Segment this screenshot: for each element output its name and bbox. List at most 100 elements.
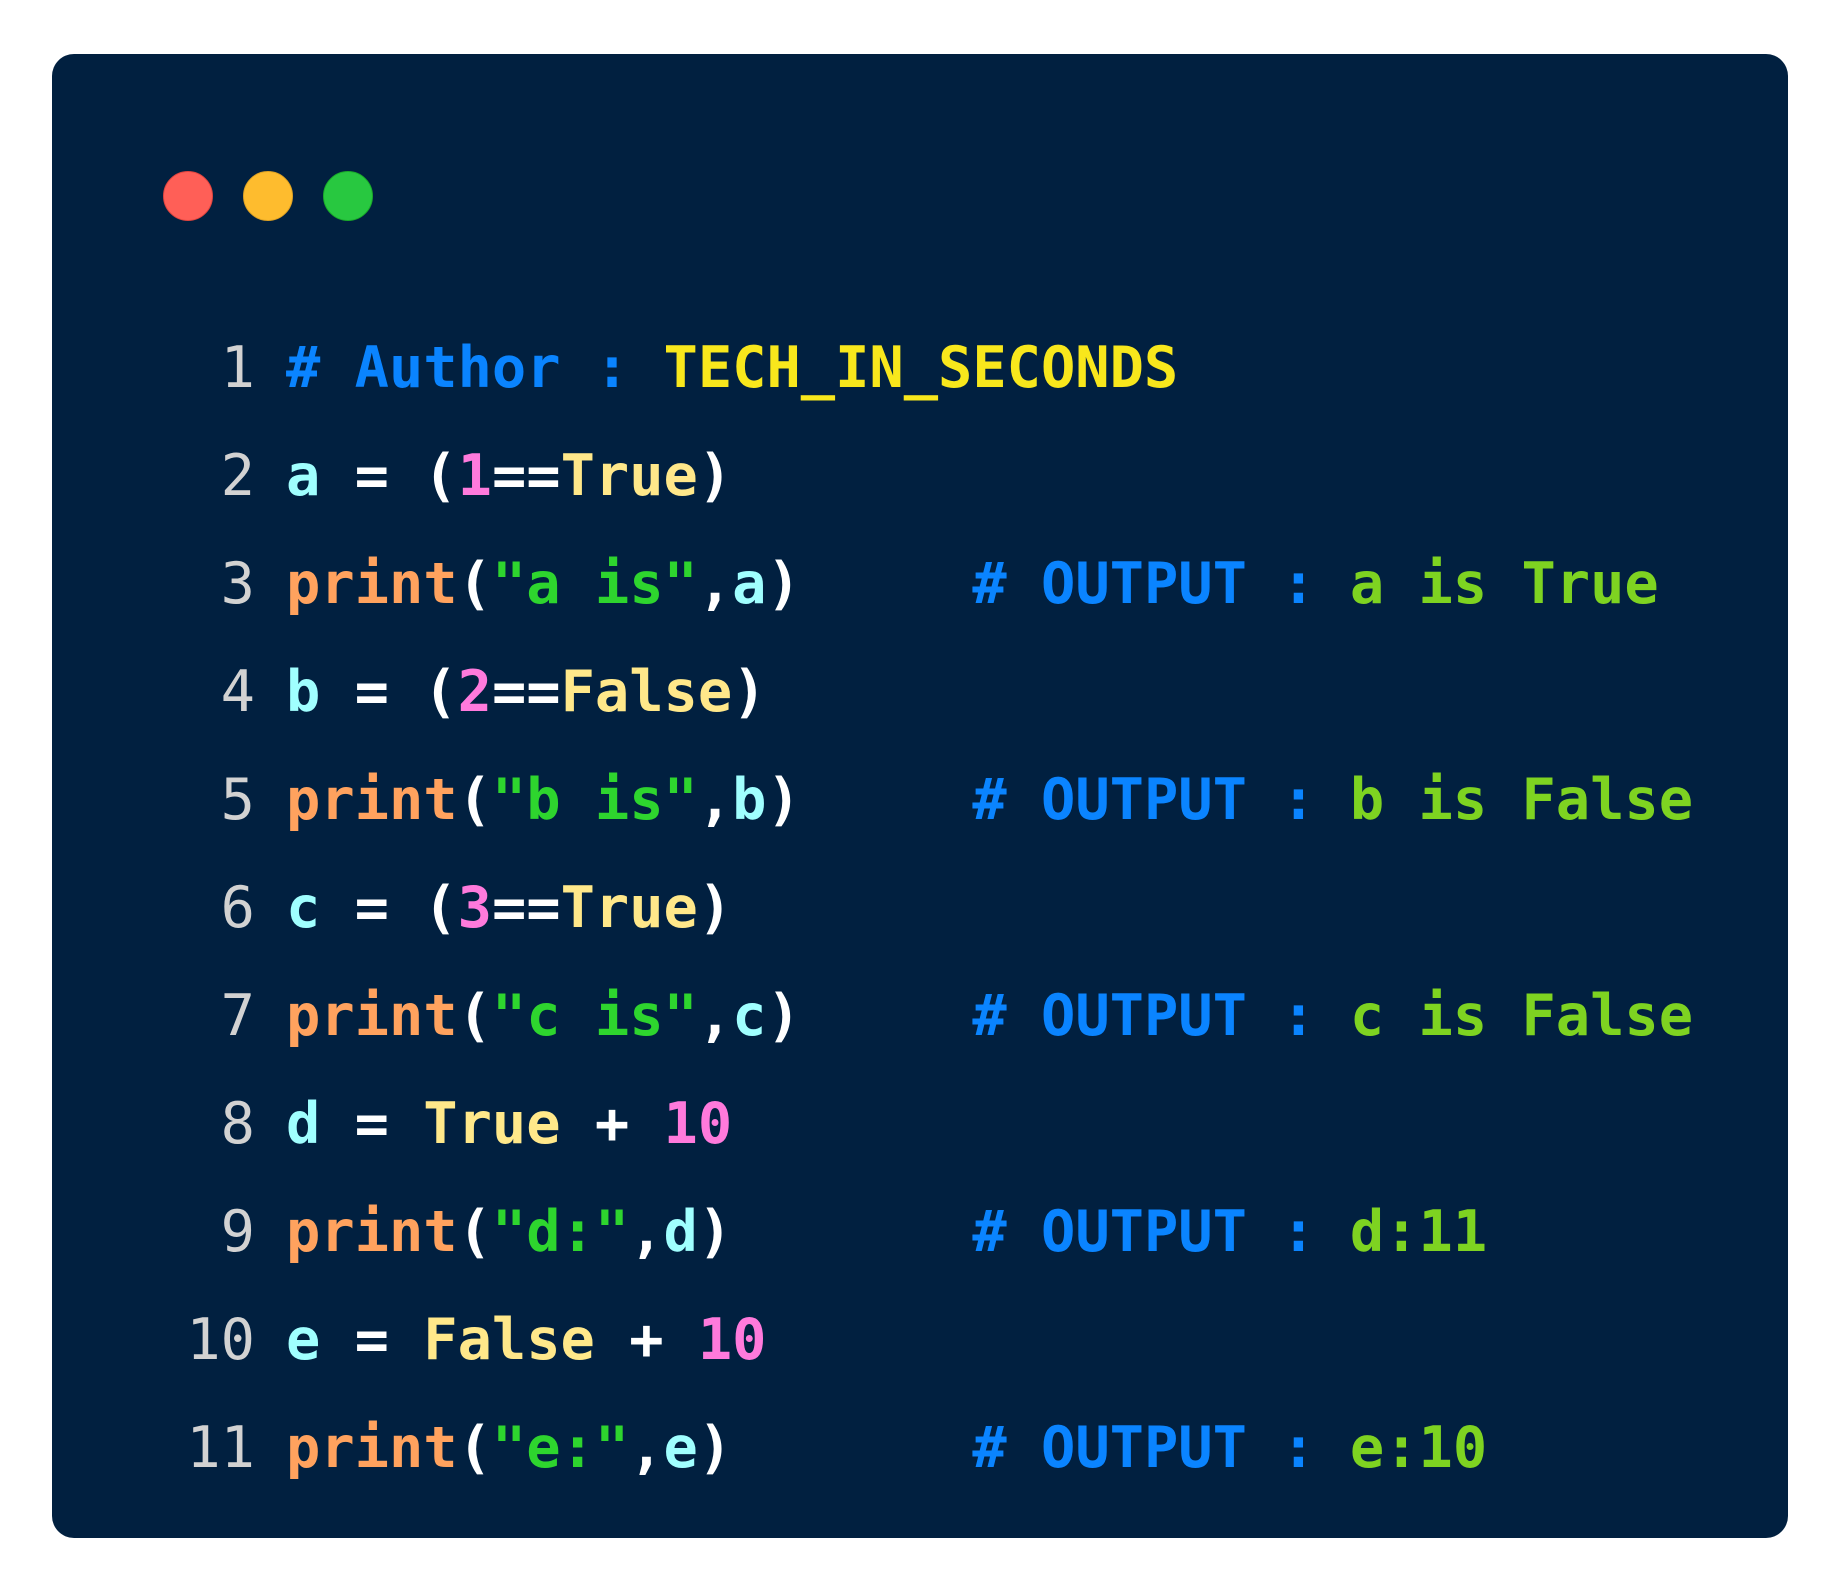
line-number: 1 <box>220 335 255 401</box>
code-line: 10 e = False + 10 <box>52 1306 1788 1414</box>
close-button[interactable] <box>163 171 213 221</box>
operator-token: ) <box>766 551 973 617</box>
operator-token: ( <box>457 983 492 1049</box>
output-comment-token: e:10 <box>1349 1415 1488 1481</box>
line-number: 6 <box>220 875 255 941</box>
line-number: 5 <box>220 767 255 833</box>
identifier-token: c <box>286 875 321 941</box>
number-literal-token: 3 <box>457 875 492 941</box>
code-line: 8d = True + 10 <box>52 1090 1788 1198</box>
code-line: 1 # Author : TECH_IN_SECONDS <box>52 334 1788 442</box>
operator-token: == <box>491 875 561 941</box>
operator-token: ) <box>697 443 733 509</box>
comment-token: # OUTPUT : <box>972 983 1350 1049</box>
line-number: 4 <box>220 659 255 725</box>
operator-token: , <box>697 551 733 617</box>
string-literal-token: "d:" <box>491 1199 630 1265</box>
number-literal-token: 1 <box>457 443 492 509</box>
code-line: 4 b = (2==False) <box>52 658 1788 766</box>
line-source: e = False + 10 <box>286 1306 766 1374</box>
operator-token: ) <box>732 659 767 725</box>
operator-token: ( <box>457 1199 492 1265</box>
code-window: 1 # Author : TECH_IN_SECONDS 2 a = (1==True… <box>52 54 1788 1538</box>
code-line: 5 print("b is",b) # OUTPUT : b is False <box>52 766 1788 874</box>
comment-token: # OUTPUT : <box>972 1415 1350 1481</box>
line-source: print("d:",d) # OUTPUT : d:11 <box>286 1198 1487 1266</box>
line-source: print("a is",a) # OUTPUT : a is True <box>286 550 1659 618</box>
operator-token: = ( <box>320 659 458 725</box>
boolean-literal-token: False <box>560 659 733 725</box>
code-editor: 1 # Author : TECH_IN_SECONDS 2 a = (1==True… <box>52 334 1788 1522</box>
operator-token: = ( <box>320 443 458 509</box>
string-literal-token: "a is" <box>491 551 698 617</box>
author-name-token: TECH_IN_SECONDS <box>663 335 1179 401</box>
line-number: 11 <box>186 1415 255 1481</box>
identifier-token: a <box>732 551 767 617</box>
minimize-button[interactable] <box>243 171 293 221</box>
number-literal-token: 2 <box>457 659 492 725</box>
string-literal-token: "c is" <box>491 983 698 1049</box>
boolean-literal-token: True <box>560 443 698 509</box>
output-comment-token: c is False <box>1349 983 1694 1049</box>
operator-token: == <box>491 659 561 725</box>
function-name-token: print <box>286 1415 458 1481</box>
function-name-token: print <box>286 767 458 833</box>
operator-token: ) <box>697 875 733 941</box>
operator-token: , <box>697 767 733 833</box>
number-literal-token: 10 <box>697 1307 767 1373</box>
code-line: 6 c = (3==True) <box>52 874 1788 982</box>
identifier-token: e <box>286 1307 321 1373</box>
comment-token: # OUTPUT : <box>972 767 1350 833</box>
code-line: 11 print("e:",e) # OUTPUT : e:10 <box>52 1414 1788 1522</box>
operator-token: + <box>560 1091 664 1157</box>
comment-token: # OUTPUT : <box>972 551 1350 617</box>
operator-token: , <box>629 1415 664 1481</box>
comment-token: # Author : <box>286 335 664 401</box>
line-source: c = (3==True) <box>286 874 732 942</box>
line-number: 8 <box>220 1091 255 1157</box>
operator-token: ( <box>457 1415 492 1481</box>
code-line: 3 print("a is",a) # OUTPUT : a is True <box>52 550 1788 658</box>
number-literal-token: 10 <box>663 1091 733 1157</box>
identifier-token: a <box>286 443 321 509</box>
string-literal-token: "b is" <box>491 767 698 833</box>
operator-token: , <box>629 1199 664 1265</box>
line-number: 2 <box>220 443 255 509</box>
operator-token: ) <box>766 983 973 1049</box>
identifier-token: e <box>663 1415 698 1481</box>
function-name-token: print <box>286 1199 458 1265</box>
operator-token: , <box>697 983 733 1049</box>
comment-token: # OUTPUT : <box>972 1199 1350 1265</box>
line-number: 9 <box>220 1199 255 1265</box>
function-name-token: print <box>286 983 458 1049</box>
identifier-token: d <box>286 1091 321 1157</box>
operator-token: + <box>594 1307 698 1373</box>
boolean-literal-token: False <box>423 1307 595 1373</box>
operator-token: ) <box>766 767 973 833</box>
line-number: 3 <box>220 551 255 617</box>
line-source: a = (1==True) <box>286 442 732 510</box>
line-source: b = (2==False) <box>286 658 767 726</box>
operator-token: ) <box>697 1415 973 1481</box>
operator-token: = <box>320 1307 424 1373</box>
output-comment-token: d:11 <box>1349 1199 1488 1265</box>
maximize-button[interactable] <box>323 171 373 221</box>
line-number: 10 <box>186 1307 255 1373</box>
identifier-token: d <box>663 1199 698 1265</box>
line-source: # Author : TECH_IN_SECONDS <box>286 334 1178 402</box>
identifier-token: c <box>732 983 767 1049</box>
boolean-literal-token: True <box>560 875 698 941</box>
line-source: print("b is",b) # OUTPUT : b is False <box>286 766 1693 834</box>
output-comment-token: b is False <box>1349 767 1694 833</box>
operator-token: ( <box>457 767 492 833</box>
operator-token: = <box>320 1091 424 1157</box>
code-line: 2 a = (1==True) <box>52 442 1788 550</box>
boolean-literal-token: True <box>423 1091 561 1157</box>
line-number: 7 <box>220 983 255 1049</box>
line-source: d = True + 10 <box>286 1090 732 1158</box>
code-line: 7 print("c is",c) # OUTPUT : c is False <box>52 982 1788 1090</box>
function-name-token: print <box>286 551 458 617</box>
operator-token: ( <box>457 551 492 617</box>
line-source: print("e:",e) # OUTPUT : e:10 <box>286 1414 1487 1482</box>
operator-token: ) <box>697 1199 973 1265</box>
